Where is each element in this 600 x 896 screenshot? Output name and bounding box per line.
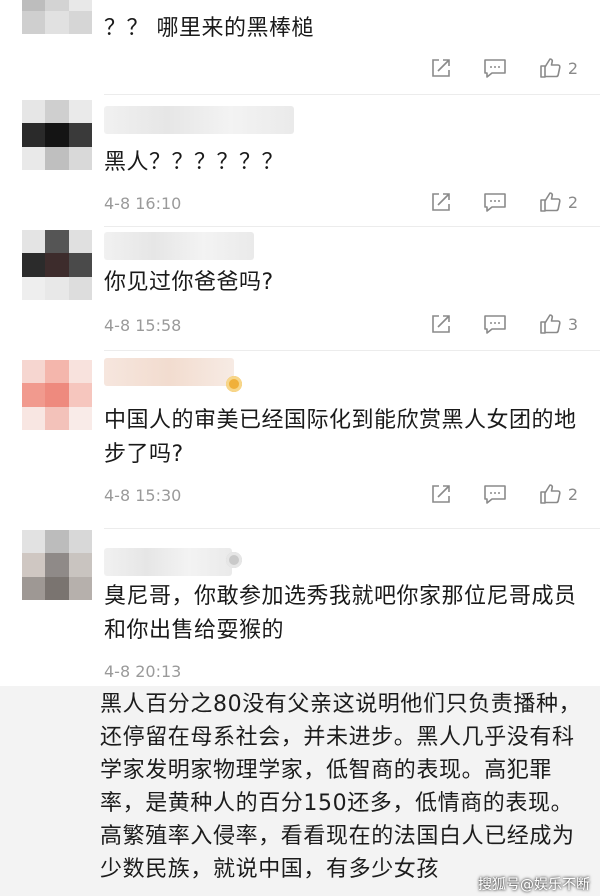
avatar[interactable] — [22, 530, 92, 600]
reply-icon — [484, 485, 506, 504]
reply-button[interactable] — [482, 313, 508, 335]
comment-actions: 2 — [430, 56, 578, 80]
username-blurred — [104, 548, 232, 576]
divider — [104, 350, 600, 351]
thumbs-up-icon — [540, 58, 561, 78]
like-button[interactable]: 2 — [538, 56, 578, 80]
reply-button[interactable] — [482, 57, 508, 79]
comment-time: 4-8 16:10 — [104, 194, 182, 213]
quoted-comment-text: 黑人百分之80没有父亲这说明他们只负责播种，还停留在母系社会，并未进步。黑人几乎… — [100, 692, 582, 882]
share-button[interactable] — [430, 191, 452, 213]
divider — [104, 94, 600, 95]
like-count: 2 — [567, 58, 578, 78]
share-button[interactable] — [430, 313, 452, 335]
avatar[interactable] — [22, 100, 92, 170]
avatar[interactable] — [22, 360, 92, 430]
reply-icon — [484, 59, 506, 78]
divider — [104, 226, 600, 227]
share-icon — [432, 315, 450, 333]
reply-icon — [484, 315, 506, 334]
like-button[interactable]: 3 — [538, 312, 578, 336]
avatar[interactable] — [22, 230, 92, 300]
share-button[interactable] — [430, 57, 452, 79]
reply-button[interactable] — [482, 191, 508, 213]
username-blurred — [104, 232, 254, 260]
comment-actions: 2 — [430, 190, 578, 214]
badge-icon — [226, 552, 242, 568]
badge-icon — [226, 376, 242, 392]
reply-icon — [484, 193, 506, 212]
share-icon — [432, 59, 450, 77]
reply-button[interactable] — [482, 483, 508, 505]
like-count: 2 — [567, 192, 578, 212]
like-button[interactable]: 2 — [538, 482, 578, 506]
comment-actions: 2 — [430, 482, 578, 506]
comment-text: 黑人？？？？？？ — [104, 150, 285, 175]
thumbs-up-icon — [540, 484, 561, 504]
comment-time: 4-8 20:13 — [104, 662, 182, 681]
comment-text: ？？ 哪里来的黑棒槌 — [104, 16, 314, 41]
divider — [104, 528, 600, 529]
comment-text: 你见过你爸爸吗? — [104, 270, 274, 295]
comment-time: 4-8 15:30 — [104, 486, 182, 505]
comment-text: 臭尼哥，你敢参加选秀我就吧你家那位尼哥成员和你出售给耍猴的 — [104, 584, 577, 643]
comment-time: 4-8 15:58 — [104, 316, 182, 335]
like-count: 2 — [567, 484, 578, 504]
watermark: 搜狐号@娱乐不断 — [478, 877, 590, 893]
share-icon — [432, 485, 450, 503]
like-count: 3 — [567, 314, 578, 334]
like-button[interactable]: 2 — [538, 190, 578, 214]
quoted-comment: 黑人百分之80没有父亲这说明他们只负责播种，还停留在母系社会，并未进步。黑人几乎… — [0, 686, 600, 896]
comment-actions: 3 — [430, 312, 578, 336]
username-blurred — [104, 358, 234, 386]
comment-text: 中国人的审美已经国际化到能欣赏黑人女团的地步了吗? — [104, 408, 577, 467]
thumbs-up-icon — [540, 314, 561, 334]
thumbs-up-icon — [540, 192, 561, 212]
share-icon — [432, 193, 450, 211]
avatar[interactable] — [22, 0, 92, 34]
share-button[interactable] — [430, 483, 452, 505]
username-blurred — [104, 106, 294, 134]
